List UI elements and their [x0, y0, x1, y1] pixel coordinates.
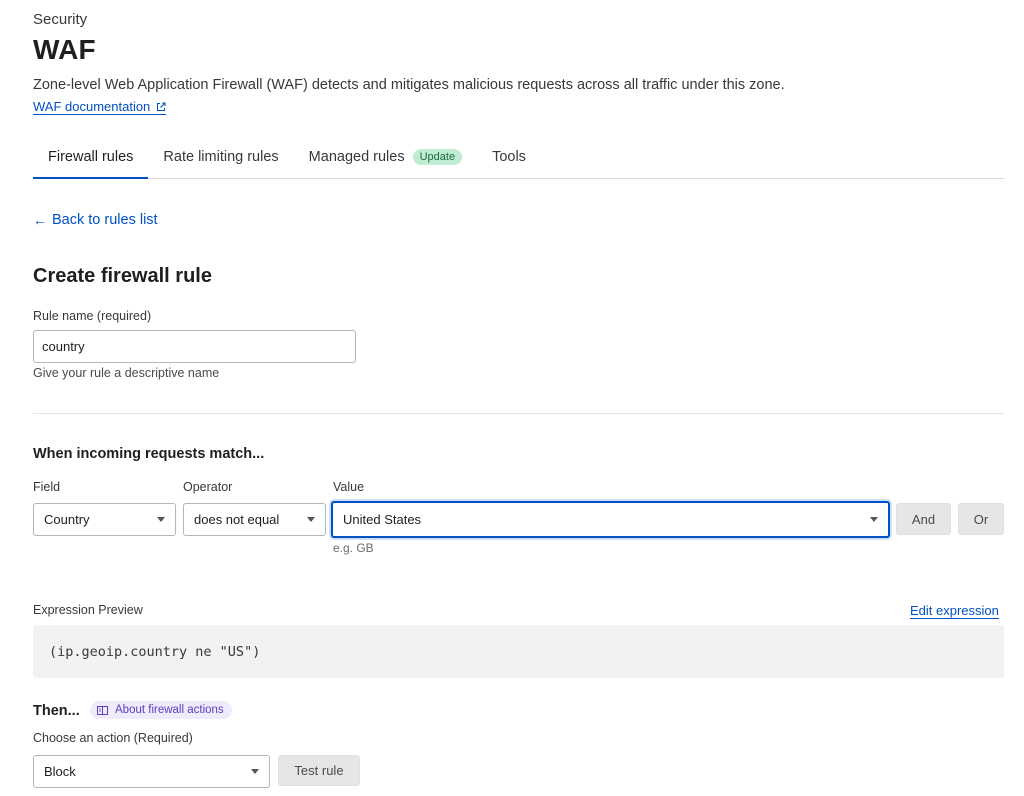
breadcrumb: Security: [33, 11, 88, 28]
waf-documentation-label: WAF documentation: [33, 99, 151, 114]
chevron-down-icon: [307, 517, 315, 522]
tab-label: Firewall rules: [48, 148, 134, 165]
test-rule-button[interactable]: Test rule: [278, 755, 360, 786]
back-to-rules-label: Back to rules list: [52, 212, 158, 228]
tab-firewall-rules[interactable]: Firewall rules: [33, 136, 149, 179]
tab-label: Managed rules: [308, 148, 405, 165]
update-badge: Update: [412, 148, 463, 165]
rule-name-label: Rule name (required): [33, 309, 152, 323]
expression-preview-box: (ip.geoip.country ne "US"): [33, 625, 1004, 678]
tab-tools[interactable]: Tools: [477, 136, 541, 177]
edit-expression-link[interactable]: Edit expression: [910, 603, 999, 619]
field-select-value: Country: [44, 512, 90, 527]
operator-select-value: does not equal: [194, 512, 280, 527]
value-hint: e.g. GB: [333, 541, 374, 555]
tab-managed-rules[interactable]: Managed rules Update: [294, 136, 477, 177]
value-select-value: United States: [343, 512, 422, 527]
field-select[interactable]: Country: [33, 503, 176, 536]
rule-name-help: Give your rule a descriptive name: [33, 366, 220, 380]
value-select[interactable]: United States: [331, 501, 890, 538]
then-heading: Then...: [33, 703, 80, 719]
tab-bar: Firewall rules Rate limiting rules Manag…: [33, 138, 1004, 179]
back-to-rules-link[interactable]: ← Back to rules list: [33, 212, 158, 228]
operator-select[interactable]: does not equal: [183, 503, 326, 536]
chevron-down-icon: [870, 517, 878, 522]
tab-rate-limiting-rules[interactable]: Rate limiting rules: [148, 136, 293, 177]
action-select-value: Block: [44, 764, 76, 779]
action-label: Choose an action (Required): [33, 731, 193, 745]
page-title: WAF: [33, 34, 96, 65]
book-icon: [97, 705, 108, 715]
rule-name-input[interactable]: [33, 330, 356, 363]
expression-code: (ip.geoip.country ne "US"): [49, 643, 261, 660]
or-button[interactable]: Or: [958, 503, 1004, 535]
tab-label: Rate limiting rules: [163, 148, 279, 165]
external-link-icon: [157, 102, 166, 111]
chevron-down-icon: [251, 769, 259, 774]
waf-documentation-link[interactable]: WAF documentation: [33, 99, 167, 115]
and-button[interactable]: And: [896, 503, 951, 535]
field-label: Field: [33, 480, 61, 494]
match-heading: When incoming requests match...: [33, 446, 265, 462]
chevron-down-icon: [157, 517, 165, 522]
about-firewall-actions-link[interactable]: About firewall actions: [90, 701, 232, 719]
arrow-left-icon: ←: [33, 212, 47, 228]
form-title: Create firewall rule: [33, 265, 212, 287]
about-firewall-actions-label: About firewall actions: [115, 704, 224, 716]
value-label: Value: [333, 480, 365, 494]
operator-label: Operator: [183, 480, 233, 494]
section-divider: [33, 413, 1004, 414]
action-select[interactable]: Block: [33, 755, 270, 788]
expression-preview-label: Expression Preview: [33, 603, 143, 617]
tab-label: Tools: [492, 148, 526, 165]
page-description: Zone-level Web Application Firewall (WAF…: [33, 77, 785, 93]
